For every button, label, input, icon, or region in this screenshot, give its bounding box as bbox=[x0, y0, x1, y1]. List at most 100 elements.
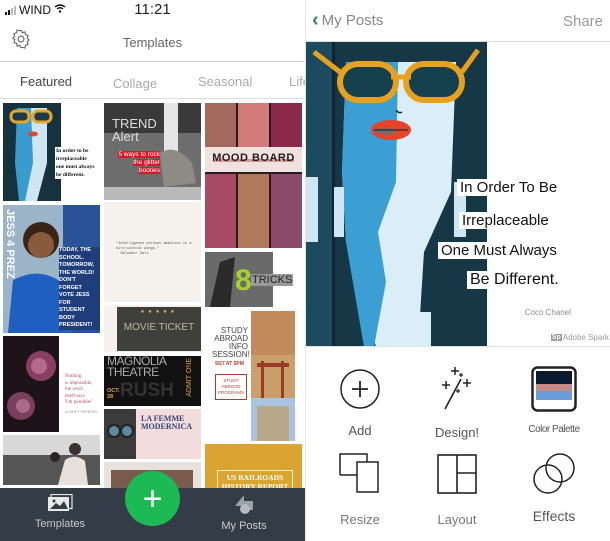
coco-thumb-line: In order to be bbox=[55, 147, 96, 155]
magnolia-date: 28 bbox=[107, 394, 114, 400]
jess-line: SCHOOL. bbox=[59, 254, 100, 262]
tab-featured[interactable]: Featured bbox=[20, 74, 72, 89]
peony-photo-thumb bbox=[3, 336, 59, 432]
post-preview[interactable]: In Order To Be Irreplaceable One Must Al… bbox=[306, 42, 610, 347]
study-box: PROGRAMS bbox=[217, 390, 245, 395]
poster-author: Coco Chanel bbox=[524, 308, 571, 317]
tricks-number: 8 bbox=[235, 264, 252, 297]
jess-line: THE WORLD! bbox=[59, 269, 100, 277]
poster-quote-line: In Order To Be bbox=[457, 179, 561, 196]
clock: 11:21 bbox=[134, 1, 171, 18]
tool-design[interactable]: Design! bbox=[412, 363, 502, 440]
jess-line: VOTE JESS FOR bbox=[59, 292, 100, 307]
template-nothing-impossible[interactable]: Nothing is impossible, the word itself s… bbox=[3, 336, 100, 432]
template-mood-board[interactable]: MOOD BOARD bbox=[205, 103, 302, 248]
template-movie-ticket[interactable]: ★★★★★ MOVIE TICKET bbox=[104, 305, 201, 352]
magic-wand-icon bbox=[412, 363, 502, 415]
template-trend-alert[interactable]: TREND Alert 5 ways to rock the glitter b… bbox=[104, 103, 201, 200]
template-dali-quote[interactable]: "Intelligence without ambition is a bird… bbox=[104, 202, 201, 302]
tool-layout[interactable]: Layout bbox=[412, 448, 502, 527]
spark-logo-icon: Sp bbox=[550, 334, 562, 341]
coco-thumb-line: irreplaceable bbox=[55, 155, 96, 163]
magnolia-title: THEATRE bbox=[107, 365, 159, 379]
tool-color-palette[interactable]: Color Palette bbox=[509, 363, 599, 435]
poster-quote-line: Irreplaceable bbox=[459, 212, 552, 229]
ticket-stars: ★★★★★ bbox=[140, 309, 178, 315]
trend-line: the glitter bbox=[133, 159, 160, 166]
template-magnolia-theatre[interactable]: MAGNOLIA THEATRE RUSH OCT. 28 ADMIT ONE bbox=[104, 356, 201, 406]
tool-add[interactable]: Add bbox=[315, 363, 405, 438]
trend-line: booties bbox=[139, 167, 160, 174]
post-editor-screen: ‹ My Posts Share In Order To Be Irreplac… bbox=[305, 0, 610, 541]
trend-title: Alert bbox=[112, 129, 139, 144]
poster-quote-line: One Must Always bbox=[438, 242, 560, 259]
ticket-title: MOVIE TICKET bbox=[123, 322, 195, 333]
back-button[interactable]: ‹ My Posts bbox=[312, 10, 383, 30]
template-us-railroads[interactable]: US RAILROADS HISTORY REPORT bbox=[205, 444, 302, 490]
poster-quote-line: Be Different. bbox=[467, 271, 562, 289]
dali-quote-text: "Intelligence without ambition is a bird… bbox=[116, 242, 192, 251]
tab-templates-label: Templates bbox=[34, 518, 86, 530]
template-jess-4-prez[interactable]: JESS 4 PREZ TODAY, THE SCHOOL. TOMORROW,… bbox=[3, 205, 100, 333]
jess-line: TODAY, THE bbox=[59, 247, 100, 255]
page-title: Templates bbox=[122, 35, 183, 50]
jess-line: DON'T FORGET bbox=[59, 277, 100, 292]
coco-thumb-line: one must always bbox=[55, 163, 96, 171]
magnolia-sub: RUSH bbox=[120, 380, 174, 401]
tool-resize-label: Resize bbox=[340, 512, 380, 527]
status-bar: WIND 11:21 38% bbox=[0, 0, 305, 20]
study-box: STUDY ABROAD bbox=[221, 378, 241, 389]
tool-color-palette-label: Color Palette bbox=[528, 424, 580, 435]
templates-navbar: Templates bbox=[0, 24, 305, 62]
study-title: SESSION! bbox=[212, 350, 250, 359]
category-tabs: Featured Collage Seasonal Life bbox=[0, 63, 305, 99]
dali-quote-author: - Salvador Dali bbox=[116, 252, 149, 256]
template-couple-photo[interactable] bbox=[3, 435, 100, 485]
la-femme-photo-thumb bbox=[104, 409, 136, 459]
jess-line: STUDENT BODY bbox=[59, 307, 100, 322]
tab-my-posts[interactable]: My Posts bbox=[218, 494, 270, 532]
resize-icon bbox=[315, 448, 405, 500]
tab-collage[interactable]: Collage bbox=[113, 76, 157, 91]
quote-line: 'I'm possible!' bbox=[65, 400, 93, 405]
template-coco-chanel[interactable]: In order to be irreplaceable one must al… bbox=[3, 103, 100, 201]
jess-side-title: JESS 4 PREZ bbox=[4, 209, 16, 279]
palette-swatch bbox=[536, 391, 572, 400]
tab-life[interactable]: Life bbox=[289, 74, 305, 89]
adobe-spark-watermark: Sp Adobe Spark bbox=[550, 333, 609, 342]
template-la-femme[interactable]: LA FEMME MODERNICA bbox=[104, 409, 201, 459]
create-new-button[interactable]: + bbox=[125, 471, 180, 526]
la-femme-title: MODERNICA bbox=[141, 422, 193, 431]
coco-thumb-line: be different. bbox=[55, 171, 96, 179]
templates-grid: In order to be irreplaceable one must al… bbox=[0, 100, 305, 490]
railroads-title: US RAILROADS bbox=[226, 473, 284, 482]
plus-icon: + bbox=[142, 479, 163, 518]
trend-line: 5 ways to rock bbox=[118, 151, 160, 158]
tricks-title: TRICKS bbox=[251, 274, 294, 286]
jess-line: PRESIDENT! bbox=[59, 322, 100, 330]
share-button[interactable]: Share bbox=[563, 13, 603, 30]
tab-my-posts-label: My Posts bbox=[221, 520, 267, 532]
palette-swatch bbox=[536, 384, 572, 391]
layout-icon bbox=[412, 448, 502, 500]
editor-navbar: ‹ My Posts Share bbox=[306, 0, 610, 42]
jess-line: TOMORROW, bbox=[59, 262, 100, 270]
editor-tools: Add Design! Color Palette Resize Layout … bbox=[306, 348, 610, 541]
tool-effects[interactable]: Effects bbox=[509, 448, 599, 524]
palette-swatch bbox=[536, 400, 572, 407]
template-study-abroad[interactable]: STUDY ABROAD INFO SESSION! 9/27 AT 5PM S… bbox=[205, 311, 302, 441]
tab-templates[interactable]: Templates bbox=[34, 493, 86, 530]
study-date: 9/27 AT 5PM bbox=[215, 361, 244, 367]
tool-resize[interactable]: Resize bbox=[315, 448, 405, 527]
quote-author: AUDREY HEPBURN bbox=[65, 409, 98, 414]
tab-seasonal[interactable]: Seasonal bbox=[198, 74, 252, 89]
palette-swatch bbox=[536, 371, 572, 384]
magnolia-admit: ADMIT ONE bbox=[186, 358, 193, 397]
color-palette-icon bbox=[509, 363, 599, 415]
couple-photo-thumb bbox=[3, 435, 100, 485]
back-label: My Posts bbox=[321, 11, 384, 29]
mood-board-thumb bbox=[205, 103, 302, 248]
tool-layout-label: Layout bbox=[437, 512, 477, 527]
mood-board-title: MOOD BOARD bbox=[212, 152, 295, 164]
template-8-tricks[interactable]: 8 TRICKS bbox=[205, 252, 302, 307]
